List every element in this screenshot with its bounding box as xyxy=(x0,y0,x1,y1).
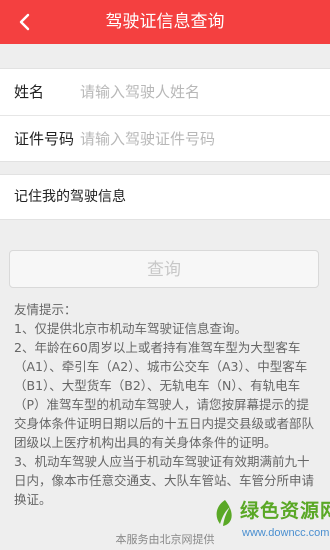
tips-heading: 友情提示： xyxy=(14,302,77,317)
top-nav-bar: 驾驶证信息查询 xyxy=(0,0,330,44)
query-button[interactable]: 查询 xyxy=(9,250,319,288)
name-input[interactable] xyxy=(80,79,316,105)
page-title: 驾驶证信息查询 xyxy=(105,12,225,32)
watermark-text: 绿色资源网 xyxy=(240,500,330,522)
id-number-input[interactable] xyxy=(80,126,316,152)
query-form: 姓名 证件号码 xyxy=(0,68,330,162)
leaf-logo-icon xyxy=(216,500,232,526)
tip-item-2: 2、年龄在60周岁以上或者持有准驾车型为大型客车（A1）、牵引车（A2）、城市公… xyxy=(14,340,315,450)
tips-section: 友情提示： 1、仅提供北京市机动车驾驶证信息查询。 2、年龄在60周岁以上或者持… xyxy=(14,300,319,509)
id-number-row: 证件号码 xyxy=(0,115,330,162)
name-row: 姓名 xyxy=(0,69,330,115)
name-label: 姓名 xyxy=(14,83,45,101)
remember-info-label: 记住我的驾驶信息 xyxy=(14,189,126,205)
remember-info-toggle[interactable]: 记住我的驾驶信息 xyxy=(0,174,330,220)
watermark: 绿色资源网 www.downcc.com xyxy=(212,496,330,548)
watermark-url: www.downcc.com xyxy=(242,527,330,539)
tip-item-1: 1、仅提供北京市机动车驾驶证信息查询。 xyxy=(14,321,247,336)
id-number-label: 证件号码 xyxy=(14,130,75,148)
